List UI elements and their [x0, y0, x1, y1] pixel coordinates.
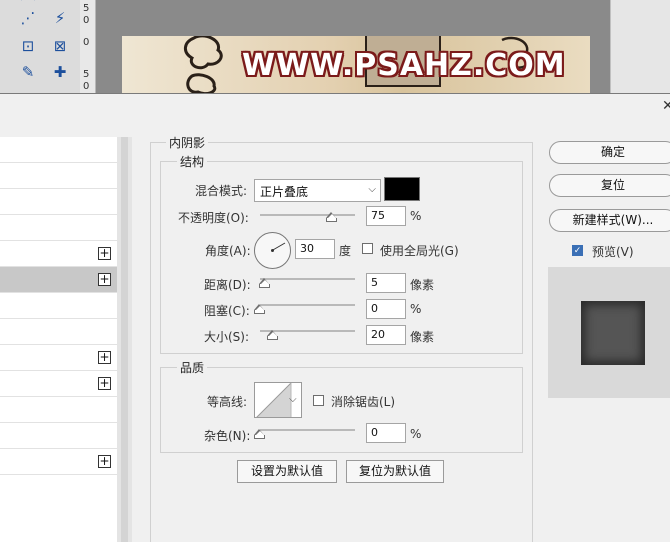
plus-icon[interactable]: + [98, 247, 111, 260]
style-list-item[interactable] [0, 397, 117, 423]
chevron-down-icon: ⌵ [368, 184, 376, 195]
noise-slider[interactable] [260, 429, 355, 431]
size-label: 大小(S): [204, 330, 250, 344]
plus-icon[interactable]: + [98, 351, 111, 364]
global-light-checkbox[interactable] [362, 243, 373, 254]
noise-unit: % [410, 427, 422, 441]
plus-icon[interactable]: + [98, 273, 111, 286]
preview-checkbox[interactable]: ✓ [572, 245, 583, 256]
opacity-input[interactable]: 75 [366, 206, 406, 226]
reset-button[interactable]: 复位 [549, 174, 670, 197]
opacity-slider-thumb[interactable] [326, 212, 338, 222]
frame-icon[interactable]: ⊠ [50, 36, 70, 56]
style-list-item[interactable] [0, 423, 117, 449]
preview-box [548, 267, 670, 398]
angle-input[interactable]: 30 [295, 239, 335, 259]
close-icon[interactable]: ✕ [662, 98, 670, 114]
distance-label: 距离(D): [204, 278, 251, 292]
preview-thumbnail [581, 301, 645, 365]
ok-button[interactable]: 确定 [549, 141, 670, 164]
lasso-icon[interactable]: ⋰ [18, 8, 38, 28]
shadow-color-swatch[interactable] [384, 177, 420, 201]
distance-slider-thumb[interactable] [259, 278, 270, 288]
style-list-item[interactable] [0, 137, 117, 163]
style-list-item[interactable]: + [0, 449, 117, 475]
style-list-item[interactable]: + [0, 345, 117, 371]
noise-slider-thumb[interactable] [254, 429, 265, 439]
contour-label: 等高线: [207, 395, 248, 409]
size-unit: 像素 [410, 330, 435, 344]
crop-icon[interactable]: ⊡ [18, 36, 38, 56]
structure-legend: 结构 [177, 153, 208, 170]
quality-legend: 品质 [177, 359, 208, 376]
document-canvas[interactable]: WWW.PSAHZ.COM [122, 36, 590, 93]
plus-icon[interactable]: + [98, 377, 111, 390]
blend-mode-value: 正片叠底 [260, 185, 309, 199]
opacity-unit: % [410, 209, 422, 223]
preview-label: 预览(V) [592, 245, 634, 259]
distance-input[interactable]: 5 [366, 273, 406, 293]
blend-mode-label: 混合模式: [195, 184, 248, 198]
chevron-down-icon[interactable]: ⌵ [289, 394, 297, 405]
ruler-mark: 0 [83, 15, 90, 26]
size-input[interactable]: 20 [366, 325, 406, 345]
right-panel-strip [610, 0, 670, 93]
panel-title: 内阴影 [166, 134, 209, 151]
ruler-mark: 5 [83, 69, 90, 80]
size-slider-thumb[interactable] [267, 330, 278, 340]
blend-mode-select[interactable]: 正片叠底 ⌵ [254, 179, 381, 202]
reset-default-button[interactable]: 复位为默认值 [346, 460, 444, 483]
ruler-mark: 5 [83, 3, 90, 14]
distance-unit: 像素 [410, 278, 435, 292]
new-style-button[interactable]: 新建样式(W)... [549, 209, 670, 232]
photoshop-workspace: ⌒ ⋰ ⚡ ⊡ ⊠ ✎ ✚ 5 0 0 5 0 WWW.PSAHZ.COM [0, 0, 670, 93]
scrollbar-thumb[interactable] [121, 137, 128, 542]
style-list-item[interactable]: + [0, 241, 117, 267]
style-list-item[interactable] [0, 319, 117, 345]
make-default-button[interactable]: 设置为默认值 [237, 460, 337, 483]
antialias-checkbox[interactable] [313, 395, 324, 406]
angle-unit: 度 [339, 244, 352, 258]
angle-dial-needle [271, 242, 286, 251]
style-list-item[interactable] [0, 163, 117, 189]
plus-icon[interactable]: + [98, 455, 111, 468]
site-watermark: WWW.PSAHZ.COM [242, 48, 566, 83]
check-icon: ✓ [573, 246, 582, 256]
distance-slider[interactable] [260, 278, 355, 280]
opacity-slider[interactable] [260, 214, 355, 216]
antialias-label: 消除锯齿(L) [331, 395, 396, 409]
ruler-mark: 0 [83, 81, 90, 92]
choke-input[interactable]: 0 [366, 299, 406, 319]
choke-slider[interactable] [260, 304, 355, 306]
ruler-mark: 0 [83, 37, 90, 48]
style-list-item[interactable] [0, 293, 117, 319]
style-list-item[interactable] [0, 189, 117, 215]
style-list-scrollbar[interactable] [117, 137, 132, 542]
style-list-item[interactable]: + [0, 267, 117, 293]
angle-dial[interactable] [254, 232, 291, 269]
vertical-ruler: 5 0 0 5 0 [80, 0, 96, 93]
global-light-label: 使用全局光(G) [380, 244, 459, 258]
opacity-label: 不透明度(O): [178, 211, 249, 225]
style-list-item[interactable]: + [0, 371, 117, 397]
choke-label: 阻塞(C): [204, 304, 250, 318]
eyedropper-icon[interactable]: ✎ [18, 62, 38, 82]
magic-wand-icon[interactable]: ⚡ [50, 8, 70, 28]
noise-label: 杂色(N): [204, 429, 251, 443]
angle-label: 角度(A): [205, 244, 251, 258]
style-list-item[interactable] [0, 215, 117, 241]
healing-brush-icon[interactable]: ✚ [50, 62, 70, 82]
tools-panel: ⌒ ⋰ ⚡ ⊡ ⊠ ✎ ✚ [0, 0, 80, 93]
style-list: + + + + + [0, 137, 117, 542]
noise-input[interactable]: 0 [366, 423, 406, 443]
layer-style-dialog: ✕ + + + + + 内阴影 结构 混合模式: 正片叠底 ⌵ 不透明度(O): 75 … [0, 93, 670, 542]
choke-unit: % [410, 302, 422, 316]
choke-slider-thumb[interactable] [254, 304, 265, 314]
